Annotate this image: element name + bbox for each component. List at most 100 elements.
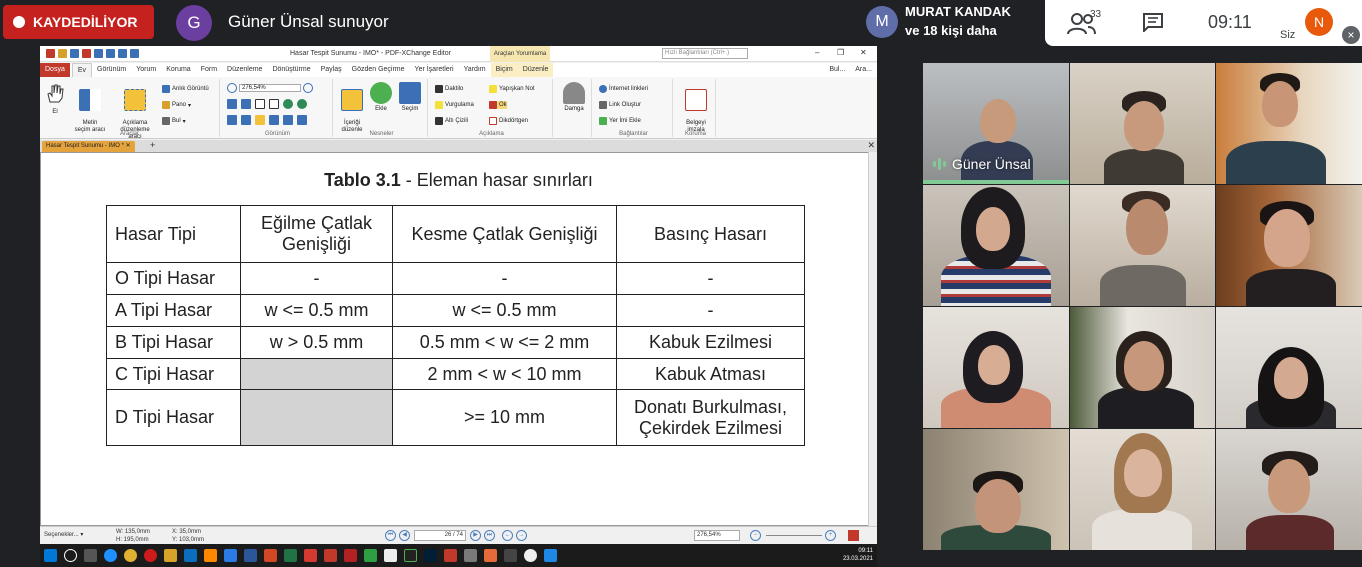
find-button[interactable]: Bul... (824, 63, 850, 77)
word-icon[interactable] (244, 549, 257, 562)
teams-icon[interactable] (524, 549, 537, 562)
video-tile[interactable] (1216, 63, 1362, 184)
pdfxchange-icon[interactable] (344, 549, 357, 562)
new-tab-icon[interactable]: + (150, 140, 155, 150)
status-zoom-input[interactable]: 276,54% (694, 530, 740, 541)
rotate-left-icon[interactable] (283, 99, 293, 109)
video-tile[interactable] (923, 429, 1069, 550)
tab-bicim[interactable]: Biçim (490, 63, 518, 77)
opera-icon[interactable] (144, 549, 157, 562)
back-icon[interactable] (118, 49, 127, 58)
powerpoint-icon[interactable] (264, 549, 277, 562)
loupe-icon[interactable] (283, 115, 293, 125)
edge-icon[interactable] (104, 549, 117, 562)
restore-icon[interactable]: ❐ (837, 48, 844, 57)
video-tile-speaker[interactable]: Güner Ünsal (923, 63, 1069, 184)
text-select-button[interactable]: Metin seçim aracı (70, 82, 110, 134)
select-button[interactable]: Seçim (396, 82, 424, 113)
bookmark-view-icon[interactable] (227, 115, 237, 125)
app-n-icon[interactable] (304, 549, 317, 562)
marquee-zoom-icon[interactable] (241, 115, 251, 125)
print-icon[interactable] (82, 49, 91, 58)
store-icon[interactable] (224, 549, 237, 562)
tab-duzenle[interactable]: Düzenle (517, 63, 554, 77)
create-link-button[interactable]: Link Oluştur (599, 101, 641, 109)
stamp-button[interactable]: Damga (560, 82, 588, 113)
page-number-input[interactable]: 26 / 74 (414, 530, 466, 541)
chrome-icon[interactable] (124, 549, 137, 562)
undo-icon[interactable] (94, 49, 103, 58)
pan-view-icon[interactable] (269, 115, 279, 125)
video-tile[interactable] (1216, 429, 1362, 550)
single-page-icon[interactable] (255, 99, 265, 109)
history-back-icon[interactable]: ← (502, 530, 513, 541)
underline-button[interactable]: Altı Çizili (435, 117, 468, 125)
self-avatar[interactable]: N (1305, 8, 1333, 36)
video-tile[interactable] (1070, 307, 1215, 428)
edit-content-button[interactable]: İçeriği düzenle (338, 82, 366, 134)
pdf-reader-icon[interactable] (444, 549, 457, 562)
acrobat-icon[interactable] (384, 549, 397, 562)
tab-yorum[interactable]: Yorum (131, 63, 161, 77)
folder-icon[interactable] (164, 549, 177, 562)
zoom-input[interactable]: 276,54% (239, 84, 301, 92)
status-zoom-out-icon[interactable]: − (750, 530, 761, 541)
tab-yardim[interactable]: Yardım (459, 63, 491, 77)
excel-icon[interactable] (284, 549, 297, 562)
task-view-icon[interactable] (84, 549, 97, 562)
video-tile[interactable] (1070, 429, 1215, 550)
recording-badge[interactable]: KAYDEDİLİYOR (3, 5, 154, 39)
snapshot-button[interactable]: Anlık Görüntü (162, 85, 209, 93)
fit-page-icon[interactable] (227, 99, 237, 109)
history-forward-icon[interactable]: → (516, 530, 527, 541)
chat-icon[interactable] (1142, 12, 1164, 32)
search-button[interactable]: Ara... (850, 63, 877, 77)
close-icon[interactable]: × (1342, 26, 1360, 44)
zoom-in-icon[interactable] (303, 83, 313, 93)
tab-paylas[interactable]: Paylaş (316, 63, 347, 77)
tab-gorunum[interactable]: Görünüm (92, 63, 131, 77)
zoom-slider[interactable] (766, 535, 822, 536)
document-tab[interactable]: Hasar Tespit Sunumu - IMO * ✕ (42, 141, 135, 152)
forward-icon[interactable] (130, 49, 139, 58)
first-page-icon[interactable]: ⏮ (385, 530, 396, 541)
terminal-icon[interactable] (404, 549, 417, 562)
typewriter-button[interactable]: Daktilo (435, 85, 463, 93)
last-page-icon[interactable]: ⏭ (484, 530, 495, 541)
arrow-button[interactable]: Ok (489, 101, 507, 109)
app-blue-icon[interactable] (544, 549, 557, 562)
magnifier-icon[interactable] (297, 115, 307, 125)
start-icon[interactable] (44, 549, 57, 562)
rectangle-button[interactable]: Dikdörtgen (489, 117, 528, 125)
fit-width-icon[interactable] (241, 99, 251, 109)
chat-notification[interactable]: M MURAT KANDAK ve 18 kişi daha (858, 0, 1048, 46)
rotate-right-icon[interactable] (297, 99, 307, 109)
green-app-icon[interactable] (364, 549, 377, 562)
clipboard-button[interactable]: Pano ▾ (162, 101, 191, 109)
video-tile[interactable] (923, 185, 1069, 306)
continuous-icon[interactable] (269, 99, 279, 109)
tab-dosya[interactable]: Dosya (40, 63, 70, 77)
find-tool-button[interactable]: Bul ▾ (162, 117, 186, 125)
video-tile[interactable] (923, 307, 1069, 428)
video-tile[interactable] (1216, 307, 1362, 428)
settings-icon[interactable] (464, 549, 477, 562)
note-view-icon[interactable] (255, 115, 265, 125)
hand-tool-button[interactable]: El (44, 82, 66, 116)
tab-form[interactable]: Form (196, 63, 222, 77)
sign-document-button[interactable]: Belgeyi imzala (680, 82, 712, 134)
tab-koruma[interactable]: Koruma (161, 63, 196, 77)
highlight-button[interactable]: Vurgulama (435, 101, 474, 109)
video-tile[interactable] (1070, 63, 1215, 184)
prev-page-icon[interactable]: ◀ (399, 530, 410, 541)
tab-gozden-gecirme[interactable]: Gözden Geçirme (347, 63, 410, 77)
photoshop-icon[interactable] (424, 549, 437, 562)
tab-yer-isaretleri[interactable]: Yer İşaretleri (410, 63, 459, 77)
close-document-icon[interactable]: ✕ (867, 140, 875, 151)
next-page-icon[interactable]: ▶ (470, 530, 481, 541)
web-links-button[interactable]: İnternet linkleri (599, 85, 648, 93)
zoom-combo[interactable]: 276,54% (227, 83, 313, 93)
tab-duzenleme[interactable]: Düzenleme (222, 63, 267, 77)
add-button[interactable]: Ekle (368, 82, 394, 113)
open-icon[interactable] (58, 49, 67, 58)
